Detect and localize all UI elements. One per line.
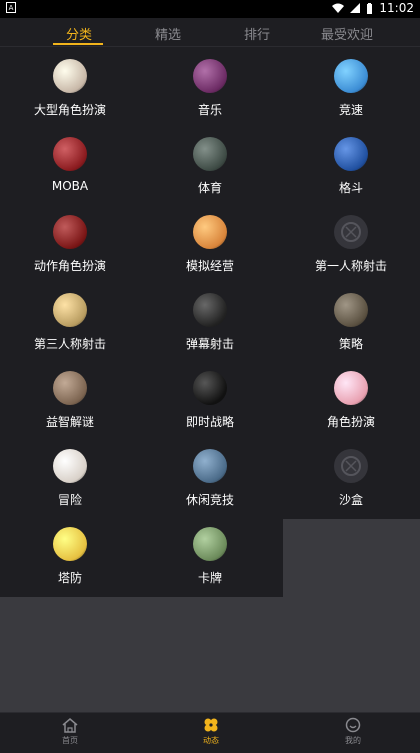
simulation-icon xyxy=(193,215,227,249)
adventure-icon xyxy=(53,449,87,483)
category-label: 大型角色扮演 xyxy=(33,103,106,117)
category-item[interactable]: 第一人称射击 xyxy=(281,203,420,281)
clock: 11:02 xyxy=(379,1,414,15)
category-item[interactable]: 模拟经营 xyxy=(140,203,280,281)
category-item[interactable]: 音乐 xyxy=(140,47,280,125)
racing-icon xyxy=(334,59,368,93)
bullet-hell-icon xyxy=(193,293,227,327)
category-label: 第三人称射击 xyxy=(33,337,106,351)
category-item[interactable]: MOBA xyxy=(0,125,140,203)
category-label: 即时战略 xyxy=(185,415,234,429)
arpg-icon xyxy=(53,215,87,249)
sandbox-placeholder-icon xyxy=(334,449,368,483)
category-grid: 大型角色扮演 音乐 竞速 MOBA 体育 格斗动作角色扮演 模拟经营 第一人称射击第三人称射击… xyxy=(0,47,420,597)
category-tabs: 分类 精选 排行 最受欢迎 xyxy=(0,18,420,47)
category-label: 模拟经营 xyxy=(185,259,234,273)
status-bar: A 11:02 xyxy=(0,0,420,18)
category-label: 休闲竞技 xyxy=(185,493,234,507)
category-item[interactable]: 第三人称射击 xyxy=(0,281,140,359)
category-item[interactable]: 竞速 xyxy=(281,47,420,125)
battery-icon xyxy=(367,2,373,14)
category-label: 冒险 xyxy=(57,493,82,507)
category-label: 卡牌 xyxy=(197,571,222,585)
category-label: 格斗 xyxy=(338,181,363,195)
sports-icon xyxy=(193,137,227,171)
fighting-icon xyxy=(334,137,368,171)
category-item[interactable]: 沙盒 xyxy=(281,437,420,515)
nav-activity[interactable]: 动态 xyxy=(181,717,241,746)
category-item[interactable]: 格斗 xyxy=(281,125,420,203)
nav-profile-label: 我的 xyxy=(345,736,361,745)
category-label: 塔防 xyxy=(57,571,82,585)
rpg-icon xyxy=(334,371,368,405)
nav-home-label: 首页 xyxy=(62,736,78,745)
category-item[interactable]: 弹幕射击 xyxy=(140,281,280,359)
tab-ranking[interactable]: 排行 xyxy=(244,24,270,43)
casual-icon xyxy=(193,449,227,483)
home-icon xyxy=(62,718,78,733)
signal-icon xyxy=(350,3,361,13)
category-item[interactable]: 大型角色扮演 xyxy=(0,47,140,125)
active-tab-indicator xyxy=(53,43,103,45)
bottom-navigation: 首页 动态 我的 xyxy=(0,712,420,753)
mmorpg-icon xyxy=(53,59,87,93)
notification-icon: A xyxy=(6,2,16,13)
wifi-icon xyxy=(332,3,345,13)
category-item[interactable]: 动作角色扮演 xyxy=(0,203,140,281)
category-item[interactable]: 体育 xyxy=(140,125,280,203)
category-label: 益智解谜 xyxy=(45,415,94,429)
category-item[interactable]: 益智解谜 xyxy=(0,359,140,437)
category-label: 角色扮演 xyxy=(326,415,375,429)
category-label: 策略 xyxy=(338,337,363,351)
category-label: 音乐 xyxy=(197,103,222,117)
tab-most-popular[interactable]: 最受欢迎 xyxy=(321,24,373,43)
music-icon xyxy=(193,59,227,93)
nav-profile[interactable]: 我的 xyxy=(323,717,383,746)
category-label: 体育 xyxy=(197,181,222,195)
rts-icon xyxy=(193,371,227,405)
category-item[interactable]: 卡牌 xyxy=(140,515,280,593)
tab-category[interactable]: 分类 xyxy=(66,24,92,43)
category-label: 动作角色扮演 xyxy=(33,259,106,273)
nav-home[interactable]: 首页 xyxy=(40,717,100,746)
strategy-icon xyxy=(334,293,368,327)
puzzle-icon xyxy=(53,371,87,405)
category-item[interactable]: 休闲竞技 xyxy=(140,437,280,515)
category-label: MOBA xyxy=(51,179,89,193)
category-label: 沙盒 xyxy=(338,493,363,507)
category-label: 第一人称射击 xyxy=(314,259,387,273)
nav-activity-label: 动态 xyxy=(203,736,219,745)
category-item[interactable]: 塔防 xyxy=(0,515,140,593)
profile-icon xyxy=(345,717,361,733)
category-label: 弹幕射击 xyxy=(185,337,234,351)
category-item[interactable]: 角色扮演 xyxy=(281,359,420,437)
fps-placeholder-icon xyxy=(334,215,368,249)
category-item[interactable]: 冒险 xyxy=(0,437,140,515)
category-item[interactable]: 策略 xyxy=(281,281,420,359)
category-label: 竞速 xyxy=(338,103,363,117)
moba-icon xyxy=(53,137,87,171)
category-item[interactable]: 即时战略 xyxy=(140,359,280,437)
tps-icon xyxy=(53,293,87,327)
flower-icon xyxy=(204,718,218,732)
card-icon xyxy=(193,527,227,561)
tab-featured[interactable]: 精选 xyxy=(155,24,181,43)
tower-defense-icon xyxy=(53,527,87,561)
